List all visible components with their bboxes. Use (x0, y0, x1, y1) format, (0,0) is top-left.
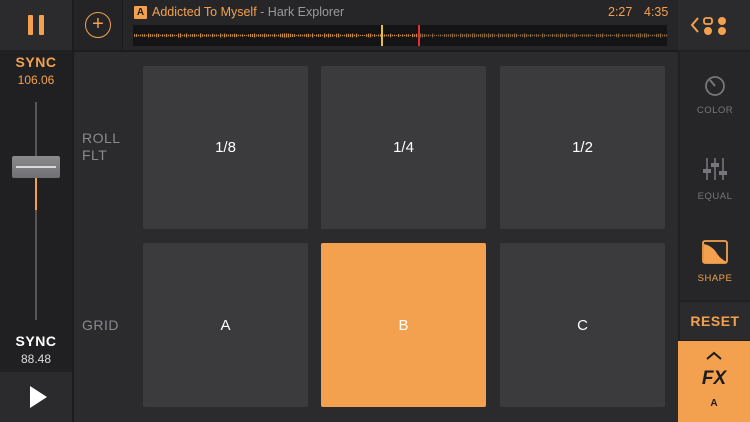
play-icon (29, 386, 47, 408)
menu-grid-icon (690, 17, 726, 35)
cue-marker (381, 25, 383, 46)
menu-toggle-button[interactable] (678, 0, 750, 50)
playhead (418, 25, 420, 46)
pad-grid-b[interactable]: B (321, 243, 486, 407)
reset-button[interactable]: RESET (680, 302, 750, 340)
bpm-value: 106.06 (17, 73, 55, 87)
play-button[interactable] (0, 372, 72, 422)
pad-roll-1-4[interactable]: 1/4 (321, 66, 486, 229)
sync-label: SYNC (15, 54, 57, 70)
row-label-roll-flt: ROLL FLT (82, 130, 121, 163)
fx-tab-button[interactable]: FX A (678, 341, 750, 422)
pad-grid-c[interactable]: C (500, 243, 665, 407)
fx-equal-button[interactable]: EQUAL (680, 156, 750, 202)
sync-bottom[interactable]: SYNC 88.48 (0, 333, 72, 366)
fx-label: FX (701, 368, 727, 389)
waveform-graphic (134, 33, 667, 38)
color-dial-icon (705, 76, 725, 96)
pad-grid-a[interactable]: A (143, 243, 308, 407)
fx-deck-label: A (710, 398, 718, 409)
fx-color-button[interactable]: COLOR (680, 74, 750, 116)
track-artist: Hark Explorer (267, 5, 345, 19)
chevron-up-icon (706, 351, 722, 360)
pause-icon (28, 15, 33, 35)
shape-curve-icon (702, 240, 728, 264)
sync-top[interactable]: SYNC 106.06 (0, 54, 72, 87)
plus-icon: + (85, 12, 111, 38)
pad-roll-1-8[interactable]: 1/8 (143, 66, 308, 229)
equalizer-icon (703, 158, 727, 180)
waveform[interactable] (133, 25, 667, 46)
time-elapsed: 2:27 (608, 5, 633, 19)
row-label-grid: GRID (82, 317, 119, 333)
sync-label: SYNC (15, 333, 57, 349)
pitch-slider-track[interactable] (35, 102, 37, 320)
fx-shape-button[interactable]: SHAPE (680, 240, 750, 284)
pitch-slider-handle[interactable] (12, 156, 60, 178)
pad-roll-1-2[interactable]: 1/2 (500, 66, 665, 229)
add-track-button[interactable]: + (74, 0, 122, 50)
deck-badge: A (134, 6, 147, 19)
track-title: Addicted To Myself - Hark Explorer (152, 5, 345, 19)
pause-button[interactable] (0, 0, 72, 50)
bpm-value: 88.48 (20, 352, 52, 366)
time-total: 4:35 (644, 5, 669, 19)
